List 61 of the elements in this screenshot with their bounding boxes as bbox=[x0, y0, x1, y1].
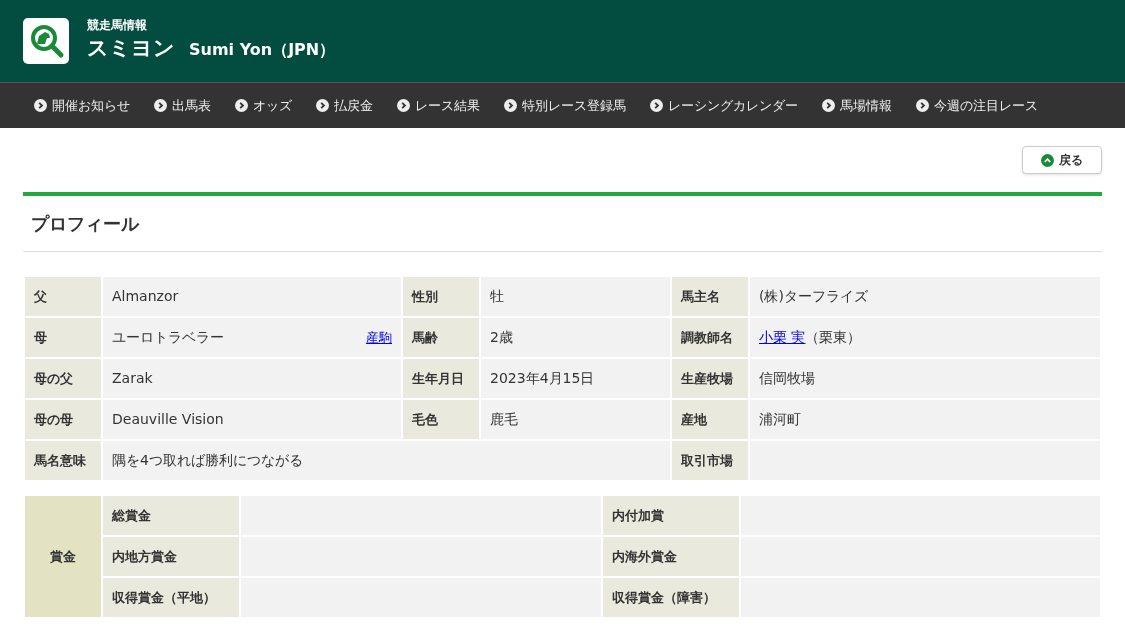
chevron-right-icon bbox=[397, 99, 410, 112]
label-cell: 生年月日 bbox=[402, 358, 480, 399]
nav-link[interactable]: レース結果 bbox=[397, 95, 480, 116]
label-cell: 馬名意味 bbox=[24, 440, 102, 481]
chevron-up-icon bbox=[1041, 153, 1054, 167]
label-cell: 内地方賞金 bbox=[102, 536, 240, 577]
value-cell: 牡 bbox=[480, 276, 671, 317]
label-cell: 取引市場 bbox=[671, 440, 749, 481]
chevron-right-icon bbox=[34, 99, 47, 112]
value-cell: 信岡牧場 bbox=[749, 358, 1101, 399]
offspring-link[interactable]: 産駒 bbox=[366, 327, 392, 348]
nav-link[interactable]: レーシングカレンダー bbox=[650, 95, 798, 116]
chevron-right-icon bbox=[822, 99, 835, 112]
nav-link[interactable]: 出馬表 bbox=[154, 95, 211, 116]
value-text: （栗東） bbox=[805, 328, 862, 347]
chevron-right-icon bbox=[916, 99, 929, 112]
label-cell: 調教師名 bbox=[671, 317, 749, 358]
value-cell: 2023年4月15日 bbox=[480, 358, 671, 399]
value-cell: 鹿毛 bbox=[480, 399, 671, 440]
label-cell: 母の母 bbox=[24, 399, 102, 440]
value-cell: Deauville Vision bbox=[102, 399, 402, 440]
value-cell: 2歳 bbox=[480, 317, 671, 358]
label-cell: 総賞金 bbox=[102, 495, 240, 536]
chevron-right-icon bbox=[650, 99, 663, 112]
label-cell: 収得賞金（平地） bbox=[102, 577, 240, 618]
label-cell: 母の父 bbox=[24, 358, 102, 399]
value-text: ユーロトラベラー bbox=[112, 328, 224, 347]
label-cell: 内付加賞 bbox=[602, 495, 740, 536]
label-cell: 性別 bbox=[402, 276, 480, 317]
nav-link[interactable]: 特別レース登録馬 bbox=[504, 95, 626, 116]
label-cell: 生産牧場 bbox=[671, 358, 749, 399]
page-category: 競走馬情報 bbox=[87, 17, 148, 33]
chevron-right-icon bbox=[316, 99, 329, 112]
label-cell: 父 bbox=[24, 276, 102, 317]
label-cell: 馬主名 bbox=[671, 276, 749, 317]
section-title: プロフィール bbox=[31, 212, 139, 236]
chevron-right-icon bbox=[154, 99, 167, 112]
value-cell: Zarak bbox=[102, 358, 402, 399]
horse-name: スミヨン bbox=[87, 34, 175, 62]
back-button[interactable]: 戻る bbox=[1022, 146, 1102, 174]
nav-link[interactable]: 今週の注目レース bbox=[916, 95, 1038, 116]
label-cell: 毛色 bbox=[402, 399, 480, 440]
horse-name-english: Sumi Yon（JPN） bbox=[189, 38, 336, 61]
value-cell: 隅を4つ取れば勝利につながる bbox=[102, 440, 671, 481]
nav-link[interactable]: オッズ bbox=[235, 95, 292, 116]
prize-header-cell: 賞金 bbox=[24, 495, 102, 618]
label-cell: 収得賞金（障害） bbox=[602, 577, 740, 618]
nav-link[interactable]: 馬場情報 bbox=[822, 95, 892, 116]
label-cell: 産地 bbox=[671, 399, 749, 440]
nav-link[interactable]: 払戻金 bbox=[316, 95, 373, 116]
trainer-link[interactable]: 小栗 実 bbox=[759, 327, 806, 348]
label-cell: 馬齢 bbox=[402, 317, 480, 358]
chevron-right-icon bbox=[504, 99, 517, 112]
value-cell: (株)ターフライズ bbox=[749, 276, 1101, 317]
value-cell: Almanzor bbox=[102, 276, 402, 317]
label-cell: 内海外賞金 bbox=[602, 536, 740, 577]
chevron-right-icon bbox=[235, 99, 248, 112]
horse-search-icon bbox=[23, 18, 69, 64]
label-cell: 母 bbox=[24, 317, 102, 358]
value-cell: 浦河町 bbox=[749, 399, 1101, 440]
nav-link[interactable]: 開催お知らせ bbox=[34, 95, 130, 116]
